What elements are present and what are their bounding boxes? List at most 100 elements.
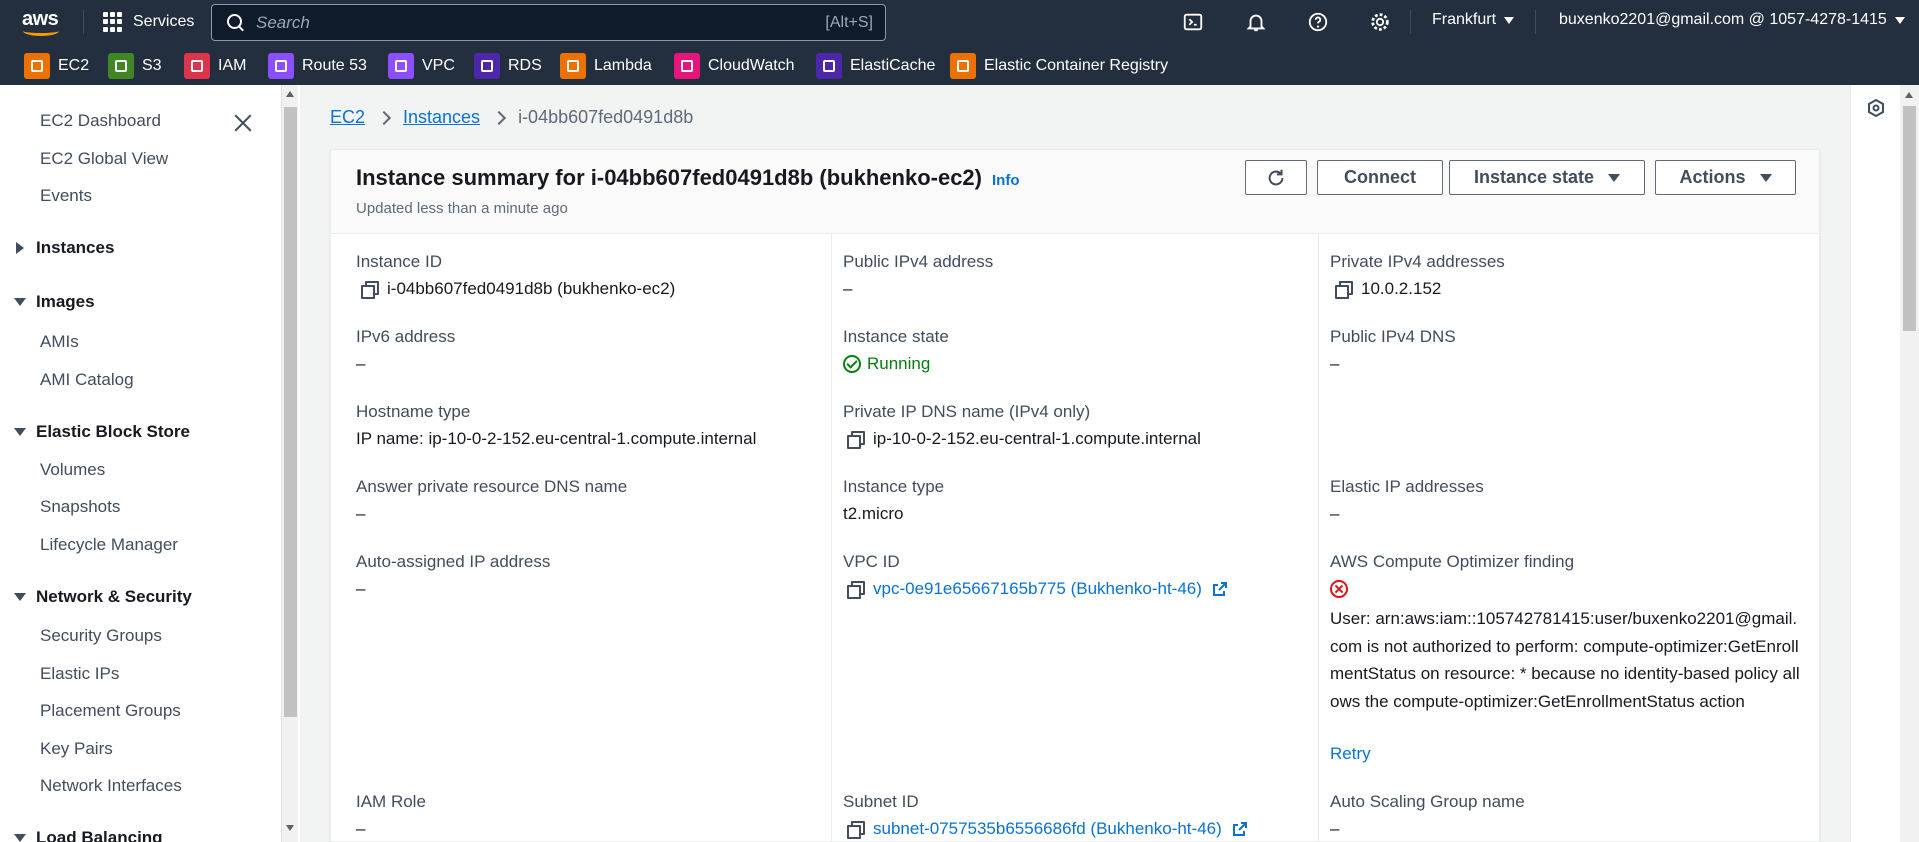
copy-icon[interactable]: [847, 821, 865, 839]
favorite-label: CloudWatch: [708, 57, 795, 74]
help-icon[interactable]: [1306, 10, 1330, 34]
favorite-ecr[interactable]: Elastic Container Registry: [950, 52, 1168, 80]
cloudshell-icon[interactable]: [1181, 10, 1205, 34]
connect-button[interactable]: Connect: [1317, 160, 1443, 195]
route53-icon: [268, 53, 294, 79]
favorite-s3[interactable]: S3: [108, 52, 162, 80]
favorite-label: ElastiCache: [850, 57, 936, 74]
aws-logo[interactable]: aws: [20, 6, 64, 38]
public-ipv4-value: –: [843, 279, 853, 298]
favorite-vpc[interactable]: VPC: [388, 52, 455, 80]
private-ipv4-value: 10.0.2.152: [1335, 279, 1441, 299]
main-scrollbar[interactable]: [1900, 85, 1919, 842]
refresh-button[interactable]: [1245, 160, 1307, 195]
favorite-label: IAM: [218, 57, 247, 74]
instance-id-value: i-04bb607fed0491d8b (bukhenko-ec2): [361, 279, 675, 299]
public-dns-label: Public IPv4 DNS: [1330, 327, 1456, 346]
nav-divider: [83, 10, 84, 34]
sidebar-item-events[interactable]: Events: [40, 186, 92, 206]
sidebar-item-snapshots[interactable]: Snapshots: [40, 497, 120, 517]
search-input[interactable]: [246, 5, 826, 40]
ecr-icon: [950, 53, 976, 79]
breadcrumb-instances[interactable]: Instances: [403, 107, 480, 128]
caret-down-icon: [1608, 173, 1621, 182]
scrollbar-thumb[interactable]: [284, 107, 297, 717]
hostname-type-value: IP name: ip-10-0-2-152.eu-central-1.comp…: [356, 429, 757, 448]
cloudwatch-icon: [674, 53, 700, 79]
sidebar-item-elastic-ips[interactable]: Elastic IPs: [40, 664, 119, 684]
services-button[interactable]: Services: [103, 8, 194, 36]
auto-ip-value: –: [356, 579, 366, 598]
favorite-label: VPC: [422, 57, 455, 74]
sidebar-section-load-balancing[interactable]: Load Balancing: [14, 828, 163, 842]
region-label: Frankfurt: [1432, 11, 1497, 28]
nav-divider: [1410, 10, 1411, 34]
sidebar-item-security-groups[interactable]: Security Groups: [40, 626, 162, 646]
column-divider: [1318, 234, 1319, 842]
sidebar-item-amis[interactable]: AMIs: [40, 332, 79, 352]
sidebar-item-ec2-dashboard[interactable]: EC2 Dashboard: [40, 111, 161, 131]
favorite-elasticache[interactable]: ElastiCache: [816, 52, 935, 80]
retry-link[interactable]: Retry: [1330, 744, 1371, 764]
refresh-icon: [1268, 169, 1284, 185]
vpc-id-label: VPC ID: [843, 552, 900, 571]
sidebar-section-network-security[interactable]: Network & Security: [14, 587, 192, 607]
instance-state-label: Instance state: [1473, 167, 1595, 187]
instance-state-button[interactable]: Instance state: [1449, 160, 1645, 195]
sidebar-scrollbar[interactable]: [281, 85, 298, 842]
search-box[interactable]: [Alt+S]: [211, 4, 886, 41]
sidebar-section-instances[interactable]: Instances: [14, 238, 114, 258]
copy-icon[interactable]: [847, 581, 865, 599]
sidebar-section-ebs[interactable]: Elastic Block Store: [14, 422, 190, 442]
favorite-label: Elastic Container Registry: [984, 57, 1169, 74]
favorite-iam[interactable]: IAM: [184, 52, 246, 80]
services-label: Services: [133, 13, 195, 30]
private-ipv4-text: 10.0.2.152: [1361, 279, 1442, 298]
favorite-rds[interactable]: RDS: [474, 52, 542, 80]
instance-type-value: t2.micro: [843, 504, 904, 523]
sidebar-section-images[interactable]: Images: [14, 292, 95, 312]
breadcrumb-ec2[interactable]: EC2: [330, 107, 365, 128]
elastic-ip-label: Elastic IP addresses: [1330, 477, 1484, 496]
favorite-lambda[interactable]: Lambda: [560, 52, 652, 80]
scroll-up-icon[interactable]: [286, 91, 294, 97]
answer-dns-value: –: [356, 504, 366, 523]
close-icon[interactable]: [232, 112, 254, 134]
settings-icon[interactable]: [1368, 10, 1392, 34]
help-panel-icon[interactable]: [1866, 98, 1886, 118]
copy-icon[interactable]: [847, 431, 865, 449]
ec2-icon: [24, 53, 50, 79]
actions-label: Actions: [1679, 167, 1746, 187]
vpc-id-link[interactable]: vpc-0e91e65667165b775 (Bukhenko-ht-46): [873, 579, 1202, 599]
copy-icon[interactable]: [1335, 281, 1353, 299]
notifications-icon[interactable]: [1244, 10, 1268, 34]
copy-icon[interactable]: [361, 281, 379, 299]
iam-role-value: –: [356, 819, 366, 838]
caret-right-icon: [16, 242, 24, 254]
state-text: Running: [867, 354, 931, 373]
sidebar-item-placement-groups[interactable]: Placement Groups: [40, 701, 181, 721]
subnet-id-link[interactable]: subnet-0757535b6556686fd (Bukhenko-ht-46…: [873, 819, 1222, 839]
subnet-id-label: Subnet ID: [843, 792, 919, 811]
account-menu[interactable]: buxenko2201@gmail.com @ 1057-4278-1415: [1559, 11, 1905, 29]
sidebar-item-ec2-global-view[interactable]: EC2 Global View: [40, 149, 168, 169]
favorite-route53[interactable]: Route 53: [268, 52, 367, 80]
optimizer-label: AWS Compute Optimizer finding: [1330, 552, 1575, 571]
scroll-down-icon[interactable]: [286, 825, 294, 831]
sidebar-item-volumes[interactable]: Volumes: [40, 460, 105, 480]
sidebar-item-lifecycle-manager[interactable]: Lifecycle Manager: [40, 535, 178, 555]
scrollbar-thumb[interactable]: [1903, 106, 1916, 331]
favorite-ec2[interactable]: EC2: [24, 52, 89, 80]
sidebar-item-key-pairs[interactable]: Key Pairs: [40, 739, 113, 759]
sidebar-item-network-interfaces[interactable]: Network Interfaces: [40, 776, 182, 796]
scroll-up-icon[interactable]: [1905, 92, 1913, 98]
favorite-cloudwatch[interactable]: CloudWatch: [674, 52, 795, 80]
info-link[interactable]: Info: [992, 172, 1020, 189]
answer-dns-label: Answer private resource DNS name: [356, 477, 628, 496]
page-title: Instance summary for i-04bb607fed0491d8b…: [356, 165, 1020, 191]
actions-button[interactable]: Actions: [1655, 160, 1796, 195]
sidebar-item-ami-catalog[interactable]: AMI Catalog: [40, 370, 134, 390]
caret-down-icon: [1759, 173, 1772, 182]
private-ipv4-label: Private IPv4 addresses: [1330, 252, 1505, 271]
region-selector[interactable]: Frankfurt: [1432, 11, 1515, 29]
